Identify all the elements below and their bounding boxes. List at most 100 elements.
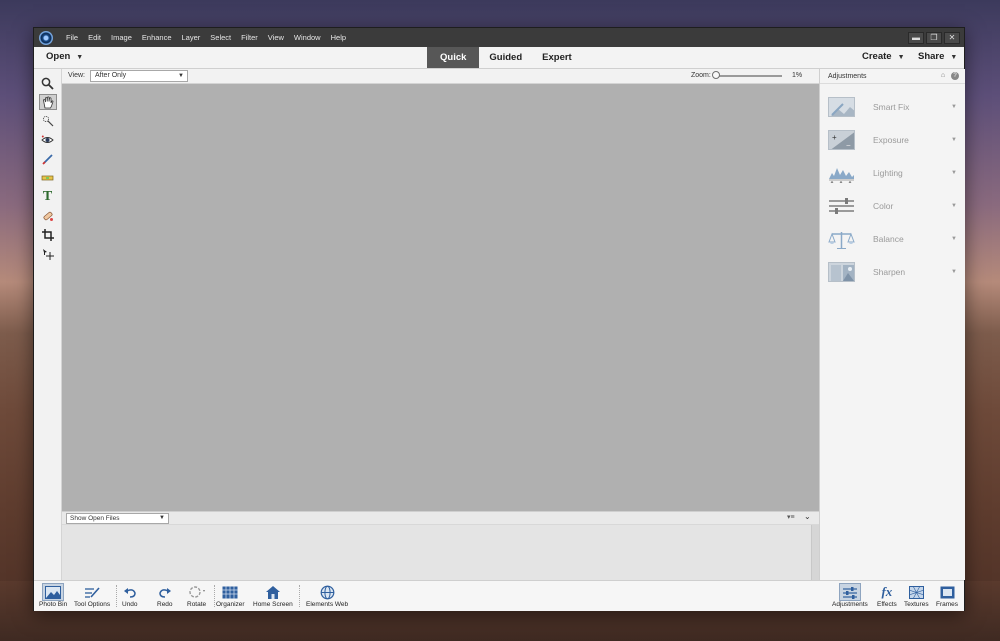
balance-icon [828,229,855,249]
undo-icon [123,583,137,601]
crop-tool[interactable] [39,227,57,243]
magnifier-icon [41,77,54,90]
elements-web-button[interactable]: Elements Web [306,583,348,608]
red-eye-tool[interactable] [39,132,57,148]
lighting-icon [828,163,855,183]
adjustment-label: Balance [873,233,904,244]
menu-enhance[interactable]: Enhance [137,33,177,42]
mode-tabs: Quick Guided Expert [427,47,582,68]
redo-icon [158,583,172,601]
adjustment-label: Color [873,200,894,211]
view-select[interactable]: After Only ▼ [90,70,188,82]
help-icon[interactable]: ? [951,72,959,80]
divider [214,585,215,607]
straighten-tool[interactable] [39,170,57,186]
selection-icon [42,115,53,127]
chevron-down-icon: ▼ [951,136,957,143]
menu-select[interactable]: Select [205,33,236,42]
chevron-down-icon: ▼ [951,268,957,275]
zoom-slider-track[interactable] [714,75,782,77]
minimize-button[interactable]: ▬ [908,31,924,44]
chevron-down-icon: ▼ [897,54,905,61]
tab-quick[interactable]: Quick [427,47,480,68]
window-controls: ▬ ❐ ✕ [908,31,960,44]
adjustments-button[interactable]: Adjustments [832,583,868,608]
tab-expert[interactable]: Expert [532,47,582,68]
reset-icon[interactable]: ⌂ [939,72,947,80]
create-label: Create [862,51,892,62]
rotate-button[interactable]: Rotate [187,583,206,608]
move-tool[interactable] [39,246,57,262]
photo-bin-bar: Show Open Files ▼ ▾≡ ⌄ [62,511,819,525]
sliders-icon [838,583,861,601]
bin-select-value: Show Open Files [70,515,120,522]
tool-options-icon [84,583,100,601]
color-icon [828,196,855,216]
bin-scrollbar[interactable] [811,525,819,580]
zoom-tool[interactable] [39,75,57,91]
smart-fix-icon [828,96,855,117]
home-screen-button[interactable]: Home Screen [253,583,293,608]
frames-button[interactable]: Frames [936,583,958,608]
eye-icon [41,135,54,143]
rotate-label: Rotate [187,601,207,608]
close-button[interactable]: ✕ [944,31,960,44]
crop-icon [41,229,54,241]
menu-bar: File Edit Image Enhance Layer Select Fil… [34,28,964,47]
menu-layer[interactable]: Layer [177,33,206,42]
zoom-slider-handle[interactable] [712,71,720,79]
menu-window[interactable]: Window [289,33,326,42]
bandage-icon [43,211,53,221]
bin-source-select[interactable]: Show Open Files ▼ [66,513,169,524]
photo-bin-area[interactable] [62,525,819,580]
level-icon [41,175,54,181]
redo-button[interactable]: Redo [157,583,173,608]
menu-edit[interactable]: Edit [83,33,106,42]
adjustment-smart-fix[interactable]: Smart Fix ▼ [820,90,965,123]
whiten-teeth-tool[interactable] [39,151,57,167]
collapse-bin-icon[interactable]: ⌄ [804,512,811,521]
tool-options-button[interactable]: Tool Options [74,583,110,608]
chevron-down-icon: ▼ [951,235,957,242]
textures-button[interactable]: Textures [904,583,929,608]
adjustment-label: Exposure [873,134,909,145]
type-tool[interactable]: T [39,189,57,205]
undo-button[interactable]: Undo [122,583,138,608]
quick-selection-tool[interactable] [39,113,57,129]
tab-guided[interactable]: Guided [479,47,532,68]
restore-button[interactable]: ❐ [926,31,942,44]
hand-icon [42,96,53,108]
open-button[interactable]: Open ▼ [46,51,83,62]
move-icon [42,249,54,260]
adjustment-sharpen[interactable]: Sharpen ▼ [820,255,965,288]
effects-button[interactable]: fx Effects [877,583,897,608]
chevron-down-icon: ▼ [951,103,957,110]
adjustment-color[interactable]: Color ▼ [820,189,965,222]
create-button[interactable]: Create ▼ [862,51,905,62]
menu-view[interactable]: View [263,33,289,42]
textures-label: Textures [904,601,929,608]
menu-image[interactable]: Image [106,33,137,42]
menu-file[interactable]: File [61,33,83,42]
home-screen-label: Home Screen [253,601,293,608]
texture-icon [908,583,924,601]
adjustment-balance[interactable]: Balance ▼ [820,222,965,255]
view-options-bar: View: After Only ▼ Zoom: 1% [62,69,819,84]
zoom-value: 1% [792,72,803,79]
divider [116,585,117,607]
menu-filter[interactable]: Filter [236,33,263,42]
share-button[interactable]: Share ▼ [918,51,957,62]
svg-text:+: + [832,133,837,142]
adjustment-lighting[interactable]: Lighting ▼ [820,156,965,189]
adjustment-exposure[interactable]: + − Exposure ▼ [820,123,965,156]
adjustment-label: Sharpen [873,266,906,277]
organizer-button[interactable]: Organizer [216,583,245,608]
spot-healing-tool[interactable] [39,208,57,224]
bin-menu-icon[interactable]: ▾≡ [787,513,795,521]
menu-help[interactable]: Help [326,33,351,42]
hand-tool[interactable] [38,94,57,110]
image-canvas[interactable] [62,84,819,511]
share-label: Share [918,51,945,62]
photo-bin-button[interactable]: Photo Bin [39,583,67,608]
organizer-icon [222,583,239,601]
